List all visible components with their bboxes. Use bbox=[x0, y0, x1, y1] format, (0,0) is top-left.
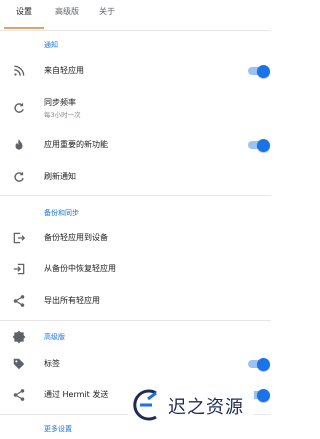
section-divider bbox=[0, 320, 271, 321]
watermark-logo-icon bbox=[133, 389, 157, 421]
watermark-text: 迟之资源 bbox=[168, 397, 244, 418]
tab-bar: 设置 高级版 关于 bbox=[0, 0, 271, 31]
setting-label: 备份轻应用到设备 bbox=[44, 233, 108, 242]
refresh-icon bbox=[12, 101, 26, 115]
tab-settings[interactable]: 设置 bbox=[16, 6, 32, 17]
setting-label: 应用重要的新功能 bbox=[44, 140, 108, 149]
toggle-knob bbox=[257, 357, 270, 371]
setting-from-lite-apps[interactable]: 来自轻应用 bbox=[0, 56, 271, 86]
tab-premium[interactable]: 高级版 bbox=[55, 6, 79, 17]
setting-important-new-features[interactable]: 应用重要的新功能 bbox=[0, 130, 271, 160]
toggle-from-lite-apps[interactable] bbox=[248, 64, 270, 78]
toggle-knob bbox=[257, 138, 270, 152]
rss-icon bbox=[12, 64, 26, 78]
setting-label: 标签 bbox=[44, 359, 60, 368]
toggle-tags[interactable] bbox=[248, 357, 270, 371]
setting-sublabel: 每3小时一次 bbox=[44, 111, 81, 119]
import-icon bbox=[12, 262, 26, 276]
setting-restore-from-backup[interactable]: 从备份中恢复轻应用 bbox=[0, 254, 271, 284]
setting-label: 通过 Hermit 发送 bbox=[44, 390, 109, 399]
section-title-backup: 备份和同步 bbox=[44, 209, 79, 217]
tag-icon bbox=[12, 357, 26, 371]
premium-badge-icon bbox=[12, 330, 26, 344]
section-divider bbox=[0, 195, 271, 196]
refresh-icon bbox=[12, 170, 26, 184]
share-icon bbox=[12, 294, 26, 308]
section-title-more-settings: 更多设置 bbox=[44, 425, 72, 433]
toggle-knob bbox=[257, 388, 270, 402]
setting-label: 导出所有轻应用 bbox=[44, 296, 100, 305]
active-tab-indicator bbox=[4, 27, 44, 29]
watermark: 迟之资源 bbox=[128, 385, 254, 425]
setting-refresh-notifications[interactable]: 刷新通知 bbox=[0, 162, 271, 192]
section-header-premium: 高级版 bbox=[0, 325, 271, 349]
share-icon bbox=[12, 388, 26, 402]
setting-tags[interactable]: 标签 bbox=[0, 349, 271, 379]
setting-label: 来自轻应用 bbox=[44, 66, 84, 75]
setting-label: 同步频率 bbox=[44, 98, 76, 107]
setting-label: 刷新通知 bbox=[44, 172, 76, 181]
toggle-knob bbox=[257, 64, 270, 78]
flame-icon bbox=[12, 138, 26, 152]
section-title-premium: 高级版 bbox=[44, 333, 65, 341]
setting-sync-frequency[interactable]: 同步频率 每3小时一次 bbox=[0, 92, 271, 122]
setting-export-all[interactable]: 导出所有轻应用 bbox=[0, 286, 271, 316]
setting-label: 从备份中恢复轻应用 bbox=[44, 264, 116, 273]
setting-backup-to-device[interactable]: 备份轻应用到设备 bbox=[0, 223, 271, 253]
section-title-notifications: 通知 bbox=[44, 41, 58, 49]
tab-about[interactable]: 关于 bbox=[99, 6, 115, 17]
toggle-important-new-features[interactable] bbox=[248, 138, 270, 152]
export-icon bbox=[12, 231, 26, 245]
